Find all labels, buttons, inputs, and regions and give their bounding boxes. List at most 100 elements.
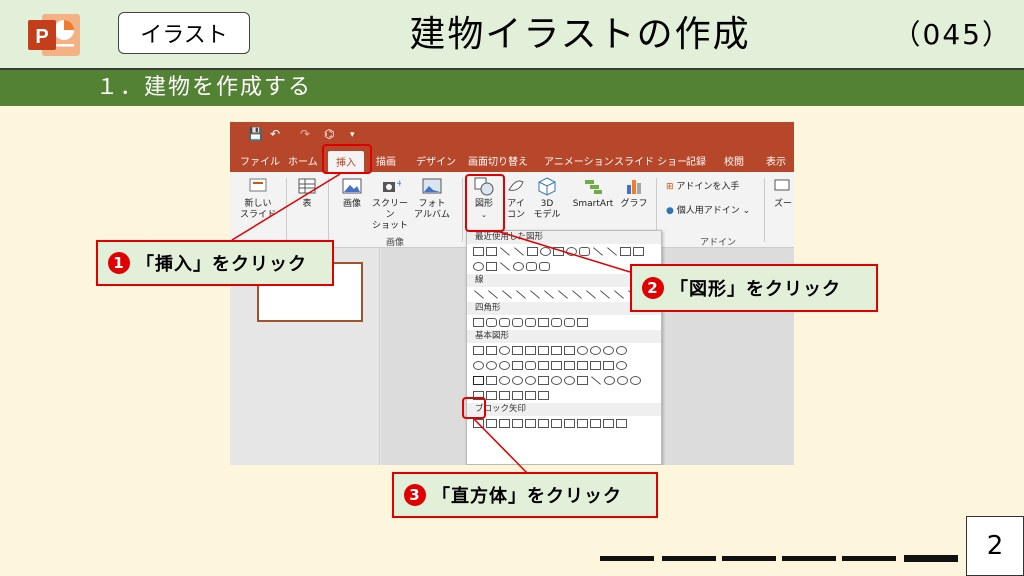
get-addins-button[interactable]: ⊞ アドインを入手 [666, 182, 739, 193]
shape-item[interactable] [525, 391, 536, 400]
shape-item[interactable] [512, 419, 523, 428]
new-slide-button[interactable]: 新しい スライド [238, 176, 278, 221]
shape-item[interactable] [577, 376, 588, 385]
shape-item[interactable] [558, 290, 568, 299]
shape-item[interactable] [616, 346, 627, 355]
tab-view[interactable]: 表示 [766, 153, 786, 168]
shape-item[interactable] [566, 247, 577, 256]
shape-item[interactable] [564, 361, 575, 370]
shape-item[interactable] [486, 376, 497, 385]
tab-transitions[interactable]: 画面切り替え [468, 153, 528, 168]
shape-item[interactable] [551, 318, 562, 327]
shape-item[interactable] [499, 376, 510, 385]
shape-item[interactable] [525, 361, 536, 370]
shape-item[interactable] [512, 391, 523, 400]
shape-item[interactable] [473, 361, 484, 370]
shape-item[interactable] [488, 290, 498, 299]
shape-item[interactable] [513, 262, 524, 271]
shape-item[interactable] [577, 361, 588, 370]
shape-item[interactable] [564, 419, 575, 428]
shape-item[interactable] [617, 376, 628, 385]
tab-home[interactable]: ホーム [288, 153, 318, 168]
chart-button[interactable]: グラフ [618, 176, 650, 210]
shape-item[interactable] [539, 262, 550, 271]
smartart-button[interactable]: SmartArt [568, 176, 618, 210]
shape-item[interactable] [486, 262, 497, 271]
shape-item[interactable] [603, 419, 614, 428]
tab-design[interactable]: デザイン [416, 153, 456, 168]
tab-review[interactable]: 校閲 [724, 153, 744, 168]
save-icon[interactable]: 💾 [248, 127, 263, 141]
shape-item[interactable] [486, 346, 497, 355]
table-button[interactable]: 表 [292, 176, 322, 210]
shape-item[interactable] [514, 247, 524, 256]
shape-item[interactable] [620, 247, 631, 256]
shape-item[interactable] [590, 346, 601, 355]
slideshow-icon[interactable]: ⌬ [324, 127, 334, 141]
tab-slideshow[interactable]: スライド ショー [614, 153, 687, 168]
shape-item[interactable] [538, 318, 549, 327]
shape-item[interactable] [486, 419, 497, 428]
tab-animations[interactable]: アニメーション [544, 153, 614, 168]
shape-item[interactable] [538, 376, 549, 385]
shape-item[interactable] [473, 346, 484, 355]
shape-item[interactable] [577, 318, 588, 327]
shape-item[interactable] [512, 318, 523, 327]
shape-item[interactable] [600, 290, 610, 299]
shape-item[interactable] [499, 419, 510, 428]
shape-item[interactable] [564, 318, 575, 327]
screenshot-button[interactable]: + スクリーン ショット [368, 176, 412, 232]
shape-item[interactable] [551, 376, 562, 385]
shape-item[interactable] [500, 247, 510, 256]
shape-item[interactable] [525, 376, 536, 385]
shape-item[interactable] [512, 346, 523, 355]
shape-item[interactable] [473, 262, 484, 271]
shape-item[interactable] [577, 419, 588, 428]
shape-item[interactable] [630, 376, 641, 385]
shape-item[interactable] [551, 361, 562, 370]
shape-item[interactable] [564, 376, 575, 385]
shape-item[interactable] [502, 290, 512, 299]
shape-item[interactable] [538, 391, 549, 400]
shape-item[interactable] [614, 290, 624, 299]
shape-item[interactable] [604, 376, 615, 385]
shape-item[interactable] [540, 247, 551, 256]
shape-item[interactable] [473, 419, 484, 428]
shape-item[interactable] [551, 419, 562, 428]
shape-item[interactable] [499, 318, 510, 327]
tab-file[interactable]: ファイル [240, 153, 280, 168]
qat-more-icon[interactable]: ▾ [350, 130, 355, 140]
shape-item[interactable] [486, 247, 497, 256]
shape-item[interactable] [538, 346, 549, 355]
shape-item[interactable] [564, 346, 575, 355]
shape-item[interactable] [579, 247, 590, 256]
shape-item[interactable] [474, 290, 484, 299]
shape-item[interactable] [486, 318, 497, 327]
shape-item[interactable] [633, 247, 644, 256]
shape-item[interactable] [499, 391, 510, 400]
undo-icon[interactable]: ↶ [270, 127, 280, 141]
photo-album-button[interactable]: フォト アルバム [412, 176, 452, 221]
icons-button[interactable]: アイ コン [502, 176, 530, 221]
tab-draw[interactable]: 描画 [376, 153, 396, 168]
shape-item[interactable] [527, 247, 538, 256]
shape-item[interactable] [512, 361, 523, 370]
shape-item[interactable] [590, 361, 601, 370]
shape-item[interactable] [593, 247, 603, 256]
3d-model-button[interactable]: 3D モデル [530, 176, 564, 221]
shape-item[interactable] [616, 361, 627, 370]
shape-item[interactable] [603, 361, 614, 370]
image-button[interactable]: 画像 [334, 176, 370, 210]
shape-item[interactable] [499, 361, 510, 370]
shape-item[interactable] [572, 290, 582, 299]
shape-item[interactable] [486, 361, 497, 370]
my-addins-button[interactable]: ● 個人用アドイン ⌄ [666, 206, 750, 217]
shape-item[interactable] [526, 262, 537, 271]
shape-item[interactable] [544, 290, 554, 299]
shape-item[interactable] [473, 318, 484, 327]
shape-item[interactable] [603, 346, 614, 355]
shape-item[interactable] [525, 346, 536, 355]
shape-item[interactable] [473, 247, 484, 256]
shape-item[interactable] [551, 346, 562, 355]
zoom-button[interactable]: ズー [770, 176, 794, 210]
